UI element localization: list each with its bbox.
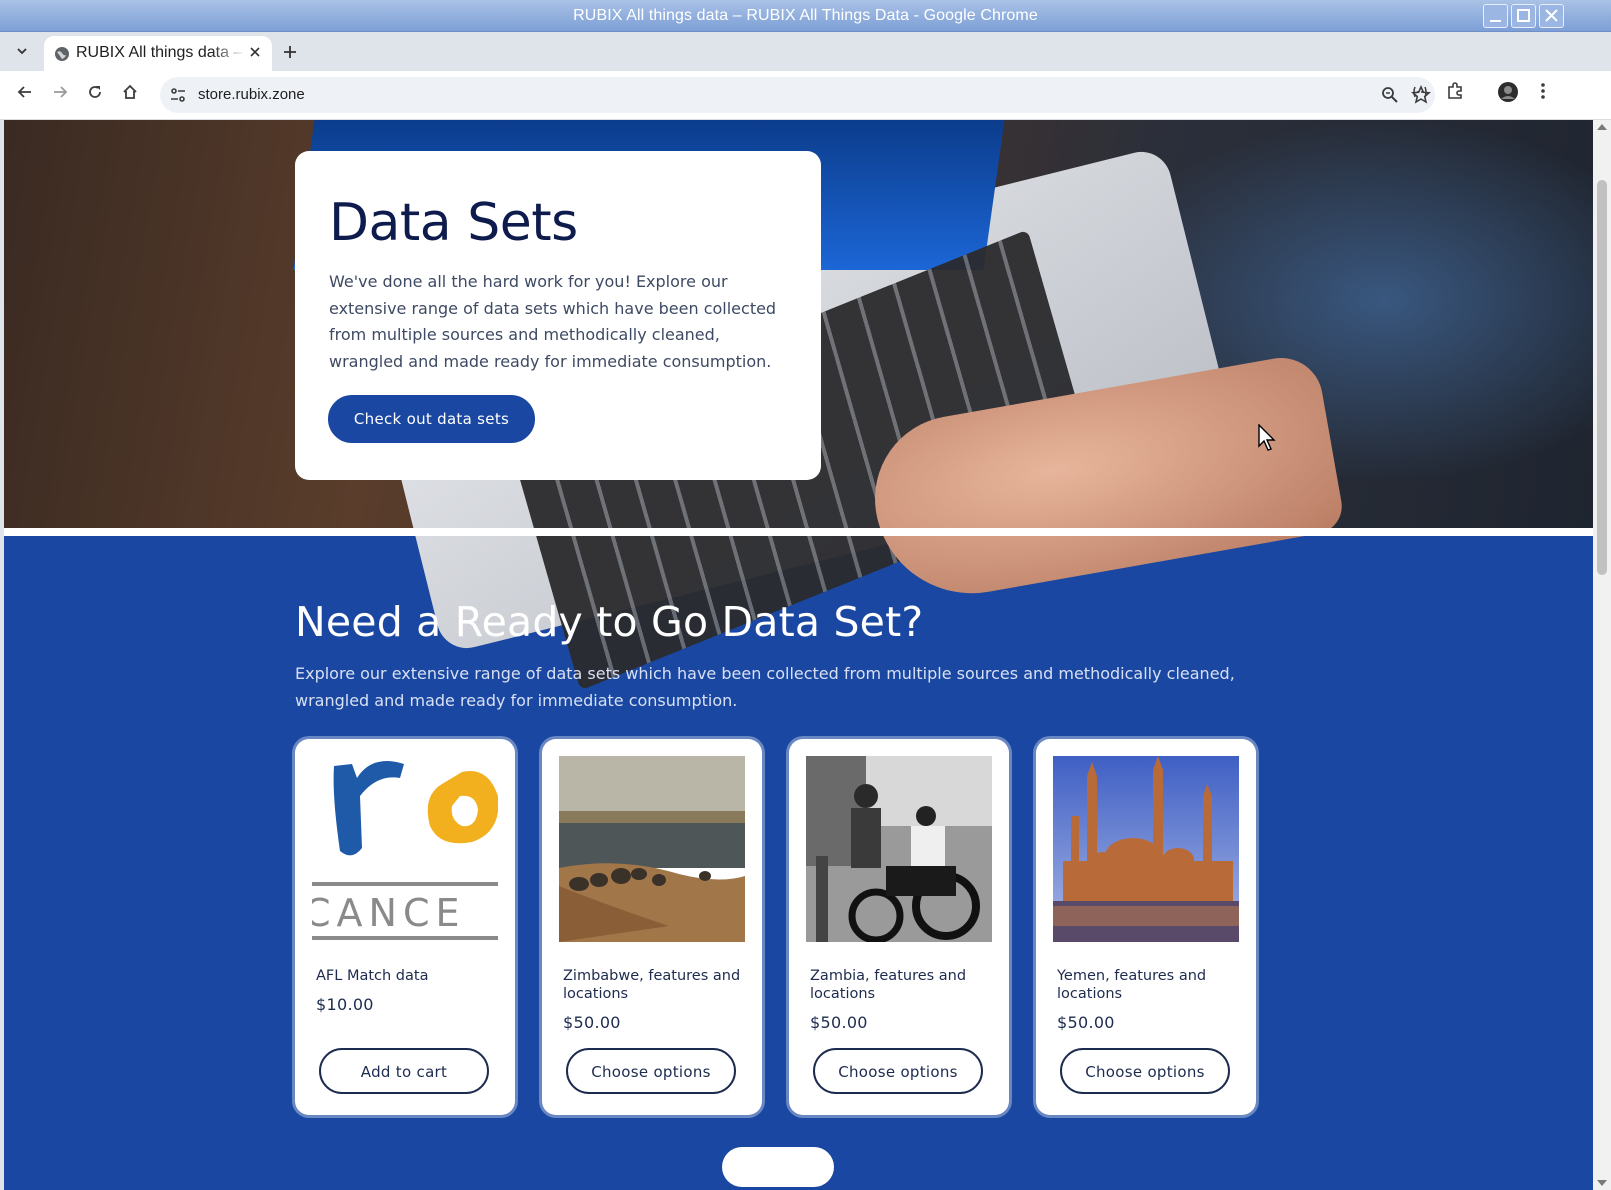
- globe-icon: [55, 47, 69, 61]
- back-button[interactable]: [11, 81, 39, 109]
- reading-mode-icon: [1413, 86, 1427, 98]
- menu-kebab-icon: [1541, 83, 1545, 99]
- check-out-data-sets-button[interactable]: Check out data sets: [328, 395, 535, 443]
- product-image-street[interactable]: [806, 756, 992, 942]
- mosque-image: [1053, 756, 1239, 942]
- product-card[interactable]: CANCE AFL Match data $10.00 Add to cart: [295, 739, 515, 1115]
- logo-image: CANCE: [312, 756, 498, 942]
- page-scrollbar[interactable]: [1593, 120, 1611, 1190]
- street-motorbikes-image: [806, 756, 992, 942]
- hero-card: Data Sets We've done all the hard work f…: [295, 151, 821, 480]
- profile-avatar: [1498, 82, 1518, 102]
- minimize-button[interactable]: [1483, 4, 1508, 28]
- zoom-icon[interactable]: [1380, 85, 1400, 105]
- view-all-button-partial[interactable]: [722, 1147, 834, 1187]
- chrome-menu-button[interactable]: [1529, 81, 1557, 109]
- tab-close-button[interactable]: [246, 44, 264, 62]
- forward-button[interactable]: [46, 81, 74, 109]
- window-title: RUBIX All things data – RUBIX All Things…: [573, 7, 1038, 24]
- choose-options-button[interactable]: Choose options: [1060, 1048, 1230, 1094]
- product-name[interactable]: Zimbabwe, features and locations: [563, 967, 743, 1003]
- chevron-down-icon: [17, 48, 27, 55]
- section-title: Need a Ready to Go Data Set?: [295, 598, 924, 646]
- home-icon: [123, 84, 137, 99]
- tab-strip: RUBIX All things data – RUBIX All Things…: [0, 32, 1611, 71]
- reload-icon: [89, 86, 101, 98]
- choose-options-button[interactable]: Choose options: [813, 1048, 983, 1094]
- hero-banner: Data Sets We've done all the hard work f…: [4, 120, 1593, 691]
- profile-button[interactable]: [1494, 81, 1522, 109]
- product-price: $50.00: [1057, 1013, 1115, 1032]
- url-text[interactable]: store.rubix.zone: [198, 77, 305, 113]
- maximize-icon: [1517, 9, 1530, 22]
- product-price: $50.00: [810, 1013, 868, 1032]
- tab-rubix[interactable]: RUBIX All things data – RUBIX All Things…: [44, 36, 272, 71]
- scroll-up-arrow-icon[interactable]: [1597, 124, 1607, 130]
- add-to-cart-button[interactable]: Add to cart: [319, 1048, 489, 1094]
- product-price: $10.00: [316, 995, 374, 1014]
- new-tab-button[interactable]: [278, 40, 302, 64]
- product-name[interactable]: Yemen, features and locations: [1057, 967, 1237, 1003]
- product-image-elephants[interactable]: [559, 756, 745, 942]
- window-titlebar: RUBIX All things data – RUBIX All Things…: [0, 0, 1611, 32]
- site-settings-icon[interactable]: [168, 85, 188, 105]
- page-viewport: Data Sets We've done all the hard work f…: [4, 120, 1593, 1190]
- product-name[interactable]: AFL Match data: [316, 967, 496, 985]
- maximize-button[interactable]: [1511, 4, 1536, 28]
- browser-toolbar: store.rubix.zone: [0, 71, 1611, 120]
- choose-options-button[interactable]: Choose options: [566, 1048, 736, 1094]
- product-image-mosque[interactable]: [1053, 756, 1239, 942]
- scrollbar-thumb[interactable]: [1597, 180, 1607, 575]
- mouse-cursor-icon: [1258, 424, 1276, 451]
- hero-title: Data Sets: [329, 193, 578, 253]
- extensions-button[interactable]: [1441, 81, 1469, 109]
- section-description: Explore our extensive range of data sets…: [295, 664, 1235, 710]
- product-card[interactable]: Yemen, features and locations $50.00 Cho…: [1036, 739, 1256, 1115]
- logo-wordmark: CANCE: [312, 891, 466, 935]
- product-price: $50.00: [563, 1013, 621, 1032]
- product-card[interactable]: Zimbabwe, features and locations $50.00 …: [542, 739, 762, 1115]
- product-name[interactable]: Zambia, features and locations: [810, 967, 990, 1003]
- home-button[interactable]: [116, 81, 144, 109]
- hero-description: We've done all the hard work for you! Ex…: [329, 272, 777, 371]
- tab-search-button[interactable]: [10, 42, 34, 66]
- plus-icon: [284, 46, 296, 58]
- minimize-icon: [1490, 20, 1501, 22]
- forward-icon: [54, 86, 68, 98]
- reading-mode-button[interactable]: [1406, 81, 1434, 109]
- product-image-logo[interactable]: CANCE: [312, 756, 498, 942]
- extensions-icon: [1448, 82, 1462, 99]
- close-window-button[interactable]: [1539, 4, 1564, 28]
- hero-divider: [4, 528, 1593, 536]
- product-card[interactable]: Zambia, features and locations $50.00 Ch…: [789, 739, 1009, 1115]
- address-bar[interactable]: store.rubix.zone: [160, 77, 1435, 113]
- tab-title: RUBIX All things data – RUBIX All Things…: [76, 44, 246, 61]
- elephants-waterhole-image: [559, 756, 745, 942]
- scroll-down-arrow-icon[interactable]: [1597, 1180, 1607, 1186]
- back-icon: [17, 86, 31, 98]
- reload-button[interactable]: [81, 81, 109, 109]
- close-icon: [250, 47, 260, 57]
- close-icon: [1545, 9, 1558, 22]
